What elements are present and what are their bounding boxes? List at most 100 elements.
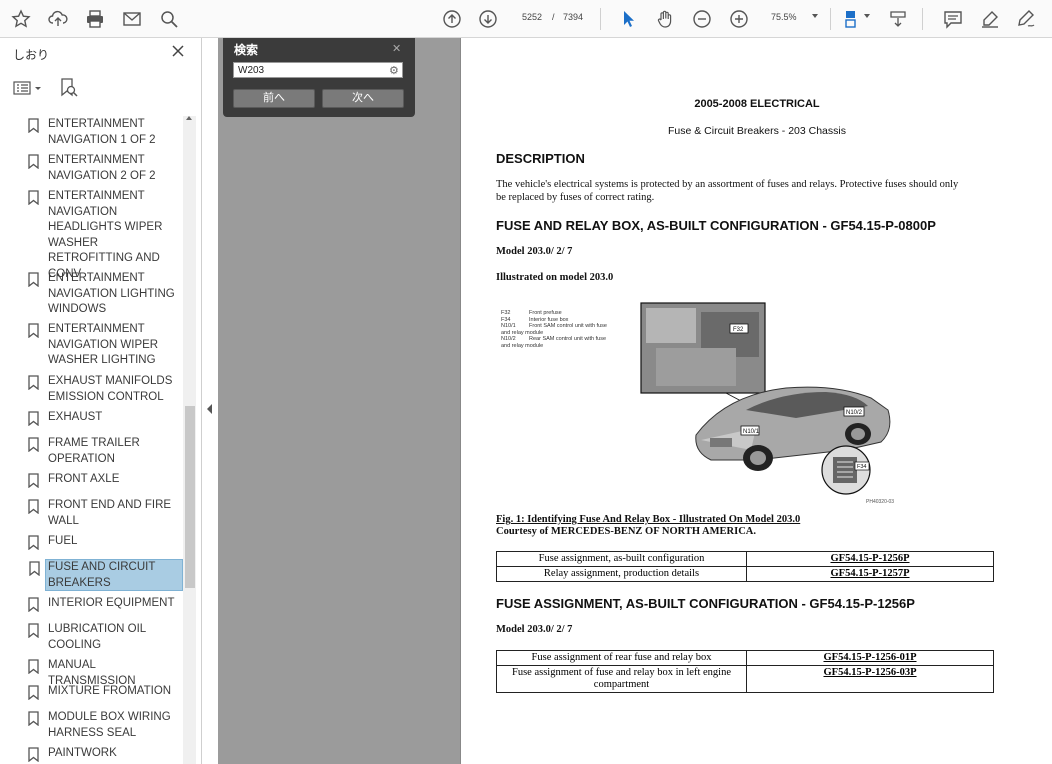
bookmark-icon [28, 499, 39, 514]
table-link[interactable]: GF54.15-P-1256-03P [746, 665, 994, 693]
document-subheading: Fuse & Circuit Breakers - 203 Chassis [668, 125, 846, 137]
bookmark-icon [28, 659, 39, 674]
search-panel: 検索 ✕ ⚙ 前へ 次へ [223, 38, 415, 117]
bookmark-label: FRONT END AND FIRE WALL [48, 499, 172, 527]
bookmark-item[interactable]: PAINTWORK [24, 746, 183, 762]
comment-icon[interactable] [941, 7, 965, 31]
bookmark-label: PAINTWORK [48, 747, 117, 759]
zoom-dropdown-icon[interactable] [812, 14, 818, 18]
toolbar: 5252 / 7394 75.5% [0, 0, 1052, 38]
bookmark-item[interactable]: LUBRICATION OIL COOLING [24, 622, 183, 653]
bookmark-icon [28, 437, 39, 452]
section-title: FUSE AND RELAY BOX, AS-BUILT CONFIGURATI… [496, 218, 936, 233]
bookmark-label: FRAME TRAILER OPERATION [48, 437, 140, 465]
bookmark-label: EXHAUST MANIFOLDS EMISSION CONTROL [48, 375, 173, 403]
bookmark-list: ENTERTAINMENT NAVIGATION 1 OF 2 ENTERTAI… [0, 116, 183, 764]
bookmark-icon [28, 411, 39, 426]
bookmark-label: ENTERTAINMENT NAVIGATION WIPER WASHER LI… [48, 323, 159, 366]
zoom-in-icon[interactable] [727, 7, 751, 31]
mail-icon[interactable] [120, 7, 144, 31]
bookmark-item[interactable]: MANUAL TRANSMISSION [24, 658, 183, 687]
scroll-mode-icon[interactable] [886, 7, 910, 31]
bookmark-item[interactable]: EXHAUST MANIFOLDS EMISSION CONTROL [24, 374, 183, 405]
bookmark-options-icon[interactable] [13, 80, 43, 96]
bookmark-item[interactable]: MIXTURE FROMATION [24, 684, 183, 700]
bookmark-label: FRONT AXLE [48, 473, 120, 485]
table-link[interactable]: GF54.15-P-1256P [746, 551, 994, 567]
table-cell: Fuse assignment of rear fuse and relay b… [496, 650, 747, 666]
find-bookmark-icon[interactable] [60, 78, 78, 98]
next-page-icon[interactable] [476, 7, 500, 31]
bookmark-item[interactable]: MODULE BOX WIRING HARNESS SEAL [24, 710, 183, 741]
bookmark-icon [28, 597, 39, 612]
table-cell: Fuse assignment, as-built configuration [496, 551, 747, 567]
bookmark-item-selected[interactable]: FUSE AND CIRCUIT BREAKERS [29, 559, 183, 591]
close-icon[interactable] [171, 44, 185, 58]
bookmark-icon [28, 272, 39, 287]
bookmark-item[interactable]: ENTERTAINMENT NAVIGATION LIGHTING WINDOW… [24, 271, 183, 317]
model-label: Model 203.0/ 2/ 7 [496, 624, 573, 635]
sign-pen-icon[interactable] [1014, 7, 1038, 31]
hand-tool-icon[interactable] [653, 7, 677, 31]
vehicle-figure: F32 Front prefuse F34 Interior fuse box N1… [496, 300, 916, 510]
table-link[interactable]: GF54.15-P-1256-01P [746, 650, 994, 666]
bookmark-item[interactable]: FRONT AXLE [24, 472, 183, 488]
bookmark-star-icon[interactable] [9, 7, 33, 31]
bookmark-scrollbar[interactable] [183, 116, 196, 764]
bookmark-item[interactable]: ENTERTAINMENT NAVIGATION WIPER WASHER LI… [24, 322, 183, 368]
bookmark-item[interactable]: EXHAUST [24, 410, 183, 426]
search-input[interactable] [233, 62, 403, 78]
bookmark-label: ENTERTAINMENT NAVIGATION 2 OF 2 [48, 154, 156, 182]
bookmark-label: MODULE BOX WIRING HARNESS SEAL [48, 711, 171, 739]
previous-page-icon[interactable] [440, 7, 464, 31]
zoom-out-icon[interactable] [690, 7, 714, 31]
bookmarks-title: しおり [13, 48, 50, 62]
bookmark-item[interactable]: ENTERTAINMENT NAVIGATION 2 OF 2 [24, 153, 183, 184]
bookmark-icon [28, 323, 39, 338]
bookmark-label: ENTERTAINMENT NAVIGATION HEADLIGHTS WIPE… [48, 190, 163, 280]
bookmark-icon [28, 473, 39, 488]
select-cursor-icon[interactable] [616, 7, 640, 31]
zoom-level[interactable]: 75.5% [771, 12, 797, 22]
page-view-icon[interactable] [840, 7, 864, 31]
bookmark-item[interactable]: FRONT END AND FIRE WALL [24, 498, 183, 529]
bookmark-icon [28, 747, 39, 762]
label-f32: F32 [733, 327, 744, 333]
previous-result-button[interactable]: 前へ [233, 89, 315, 108]
description-text: The vehicle's electrical systems is prot… [496, 179, 959, 190]
current-page-input[interactable]: 5252 [522, 12, 542, 22]
bookmark-item[interactable]: FUEL [24, 534, 183, 550]
close-icon[interactable]: ✕ [392, 42, 401, 55]
highlight-pen-icon[interactable] [978, 7, 1002, 31]
bookmark-label: ENTERTAINMENT NAVIGATION LIGHTING WINDOW… [48, 272, 175, 315]
bookmark-icon [28, 190, 39, 205]
table-link[interactable]: GF54.15-P-1257P [746, 566, 994, 582]
gear-icon[interactable]: ⚙ [389, 64, 399, 77]
scroll-up-icon[interactable] [186, 116, 192, 120]
upload-cloud-icon[interactable] [46, 7, 70, 31]
collapse-panel-icon[interactable] [207, 404, 212, 414]
toolbar-divider [922, 8, 923, 30]
search-icon[interactable] [157, 7, 181, 31]
document-page: 2005-2008 ELECTRICAL Fuse & Circuit Brea… [460, 38, 1052, 764]
table-cell: Fuse assignment of fuse and relay box in… [496, 665, 747, 693]
table-row: Fuse assignment of rear fuse and relay b… [496, 650, 994, 666]
bookmark-label: INTERIOR EQUIPMENT [48, 597, 175, 609]
section-title: FUSE ASSIGNMENT, AS-BUILT CONFIGURATION … [496, 596, 915, 611]
label-f34: F34 [857, 464, 866, 470]
bookmark-item[interactable]: INTERIOR EQUIPMENT [24, 596, 183, 612]
page-view-dropdown-icon[interactable] [864, 14, 870, 18]
description-title: DESCRIPTION [496, 151, 585, 166]
figure-caption: Fig. 1: Identifying Fuse And Relay Box -… [496, 514, 801, 525]
scrollbar-thumb[interactable] [185, 406, 195, 588]
label-n10-2: N10/2 [846, 410, 863, 416]
bookmark-item[interactable]: ENTERTAINMENT NAVIGATION HEADLIGHTS WIPE… [24, 189, 183, 280]
bookmark-icon [28, 154, 39, 169]
label-n10-1: N10/1 [743, 429, 760, 435]
bookmark-item[interactable]: ENTERTAINMENT NAVIGATION 1 OF 2 [24, 117, 183, 148]
car-illustration: F32 N10/1 N10/2 F34 PH40320-03 [640, 302, 894, 505]
bookmark-item[interactable]: FRAME TRAILER OPERATION [24, 436, 183, 467]
assignment-table: Fuse assignment, as-built configuration … [496, 551, 994, 582]
print-icon[interactable] [83, 7, 107, 31]
next-result-button[interactable]: 次へ [322, 89, 404, 108]
